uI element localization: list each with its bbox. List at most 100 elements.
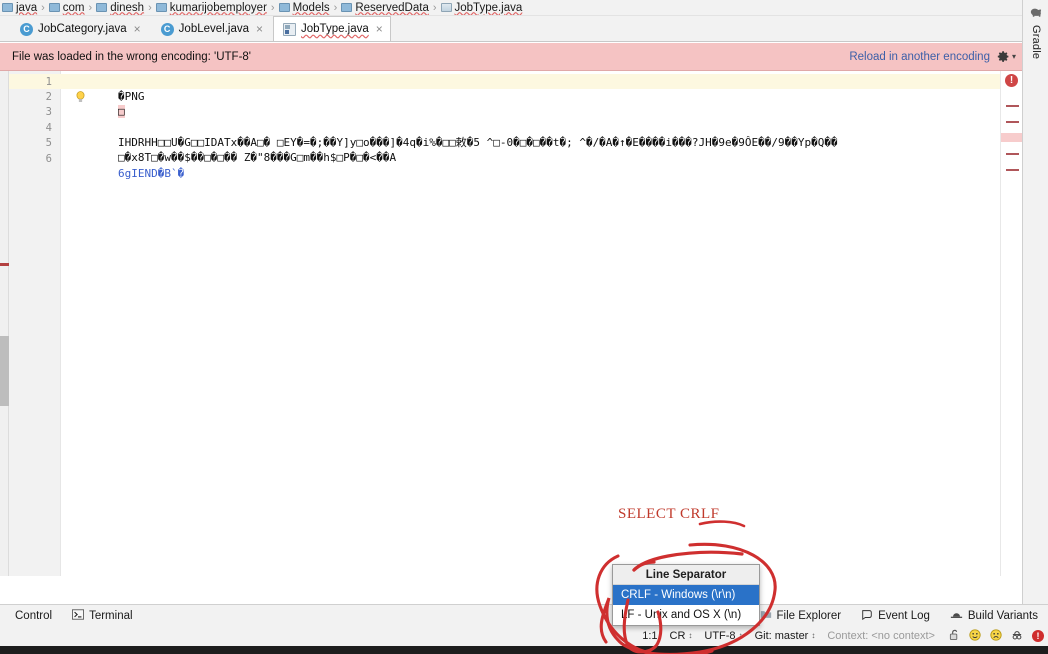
tool-button-label: Event Log: [878, 609, 930, 622]
line-separator-status[interactable]: CR ↕: [664, 626, 699, 646]
scrollbar-error-mark: [0, 263, 9, 266]
tab-label: JobType.java: [301, 23, 369, 35]
breadcrumb-label: JobType.java: [454, 1, 523, 14]
stripe-mark[interactable]: [1006, 121, 1019, 123]
folder-icon: [48, 3, 60, 12]
breadcrumb-separator: ›: [88, 1, 93, 14]
breadcrumb-separator: ›: [41, 1, 45, 14]
tool-button-label: Control: [15, 609, 53, 622]
code-line-6: 6gIEND�B`�: [65, 151, 184, 180]
tool-tab-label: Gradle: [1030, 25, 1042, 60]
tool-button-file-explorer[interactable]: File Explorer: [750, 605, 852, 627]
line-number: 6: [45, 153, 52, 165]
tab-jobcategory-java[interactable]: C JobCategory.java ×: [10, 16, 149, 41]
breadcrumb-separator: ›: [270, 1, 275, 14]
breadcrumb-label: dinesh: [110, 1, 145, 14]
stepper-icon: ↕: [688, 631, 693, 640]
tool-button-event-log[interactable]: Event Log: [851, 605, 940, 627]
git-branch-status[interactable]: Git: master ↕: [749, 626, 822, 646]
encoding-status[interactable]: UTF-8 ↕: [698, 626, 748, 646]
breadcrumb-separator: ›: [333, 1, 338, 14]
tab-label: JobLevel.java: [178, 23, 249, 35]
encoding-value: UTF-8: [704, 630, 736, 642]
code-line-1: �PNG: [65, 74, 145, 103]
tool-button-build-variants[interactable]: Build Variants: [940, 605, 1048, 627]
breadcrumb-separator: ›: [432, 1, 437, 14]
code-editor[interactable]: 1 2 3 4 5 6 �PNG □ IHDRHH□□U�G□□IDATx��A…: [0, 71, 1022, 576]
intention-bulb-icon[interactable]: [74, 90, 87, 104]
breadcrumb-label: kumarijobemployer: [169, 1, 267, 14]
breadcrumb-label: com: [62, 1, 85, 14]
lock-icon[interactable]: [949, 629, 960, 644]
line-separator-popup[interactable]: Line Separator CRLF - Windows (\r\n) LF …: [612, 564, 760, 626]
folder-icon: [341, 3, 353, 12]
code-content[interactable]: �PNG □ IHDRHH□□U�G□□IDATx��A□� □EY�=�;��…: [61, 71, 1000, 576]
code-text: □: [117, 105, 125, 118]
code-line-5: □�x8T□�w��$��□�□�� Z�"8���G□m��h$□P�□�<�…: [65, 135, 396, 164]
status-bar-icons: !: [941, 628, 1044, 644]
context-status: Context: <no context>: [827, 630, 935, 642]
breadcrumb-label: ReservedData: [355, 1, 429, 14]
breadcrumb-separator: ›: [148, 1, 152, 14]
error-stripe-gutter[interactable]: !: [1000, 71, 1022, 576]
breadcrumb-item-reserveddata[interactable]: ReservedData: [341, 0, 429, 15]
tab-joblevel-java[interactable]: C JobLevel.java ×: [151, 16, 271, 41]
breadcrumb-item-models[interactable]: Models: [278, 0, 330, 15]
breadcrumb-item-dinesh[interactable]: dinesh: [96, 0, 145, 15]
breadcrumb-item-jobtype[interactable]: JobType.java: [440, 0, 523, 15]
reload-in-another-encoding-link[interactable]: Reload in another encoding: [849, 51, 990, 63]
editor-left-scrollbar[interactable]: [0, 71, 9, 576]
tool-button-label: Terminal: [89, 609, 133, 622]
banner-actions: Reload in another encoding ▾: [849, 50, 1016, 63]
tool-button-label: Build Variants: [967, 609, 1038, 622]
editor-tab-bar: C JobCategory.java × C JobLevel.java × J…: [0, 16, 1022, 42]
annotation-select-crlf-text: SELECT CRLF: [618, 506, 720, 522]
java-class-icon: C: [20, 22, 33, 36]
binary-file-icon: [283, 22, 297, 36]
stepper-icon: ↕: [738, 631, 743, 640]
breadcrumb-label: Models: [292, 1, 330, 14]
folder-icon: [278, 3, 290, 12]
code-text: 6gIEND�B`�: [117, 167, 185, 180]
inspector-icon[interactable]: [1011, 629, 1023, 644]
terminal-icon: [72, 608, 85, 623]
stripe-mark[interactable]: [1006, 153, 1019, 155]
tool-button-terminal[interactable]: Terminal: [62, 605, 142, 627]
scrollbar-thumb[interactable]: [0, 336, 9, 406]
popup-option-lf[interactable]: LF - Unix and OS X (\n): [613, 605, 759, 625]
tool-button-version-control[interactable]: Control: [0, 605, 62, 627]
line-number-gutter: 1 2 3 4 5 6: [9, 71, 61, 576]
popup-option-crlf[interactable]: CRLF - Windows (\r\n): [613, 585, 759, 605]
smiley-happy-icon[interactable]: [969, 628, 981, 644]
current-line-highlight: [61, 74, 1000, 89]
stripe-mark[interactable]: [1006, 169, 1019, 171]
build-variants-icon: [950, 609, 963, 623]
breadcrumb-item-java[interactable]: java: [2, 0, 37, 15]
status-bar: 1:1 CR ↕ UTF-8 ↕ Git: master ↕ Context: …: [0, 626, 1048, 646]
bottom-tool-window-bar: Control Terminal File Explorer Event Log…: [0, 604, 1048, 626]
gear-icon[interactable]: [997, 50, 1010, 63]
tool-button-label: File Explorer: [776, 609, 842, 622]
line-number: 2: [45, 91, 52, 103]
java-class-icon: C: [160, 22, 174, 36]
line-number: 4: [45, 122, 52, 134]
event-log-icon: [861, 609, 873, 623]
tool-tab-gradle[interactable]: Gradle: [1026, 6, 1046, 126]
error-marker-icon[interactable]: !: [1005, 74, 1018, 87]
encoding-warning-banner: File was loaded in the wrong encoding: '…: [0, 43, 1022, 71]
chevron-down-icon[interactable]: ▾: [1012, 52, 1016, 61]
breadcrumb-item-kumarijobemployer[interactable]: kumarijobemployer: [155, 0, 267, 15]
breadcrumb-item-com[interactable]: com: [48, 0, 85, 15]
tab-jobtype-java[interactable]: JobType.java ×: [273, 16, 391, 41]
file-icon: [440, 3, 452, 12]
close-icon[interactable]: ×: [256, 23, 263, 35]
caret-position[interactable]: 1:1: [636, 626, 663, 646]
file-explorer-icon: [760, 609, 772, 623]
close-icon[interactable]: ×: [376, 23, 383, 35]
line-number: 1: [45, 76, 52, 88]
close-icon[interactable]: ×: [134, 23, 141, 35]
stripe-mark[interactable]: [1006, 105, 1019, 107]
error-badge-icon[interactable]: !: [1032, 630, 1044, 642]
smiley-sad-icon[interactable]: [990, 628, 1002, 644]
